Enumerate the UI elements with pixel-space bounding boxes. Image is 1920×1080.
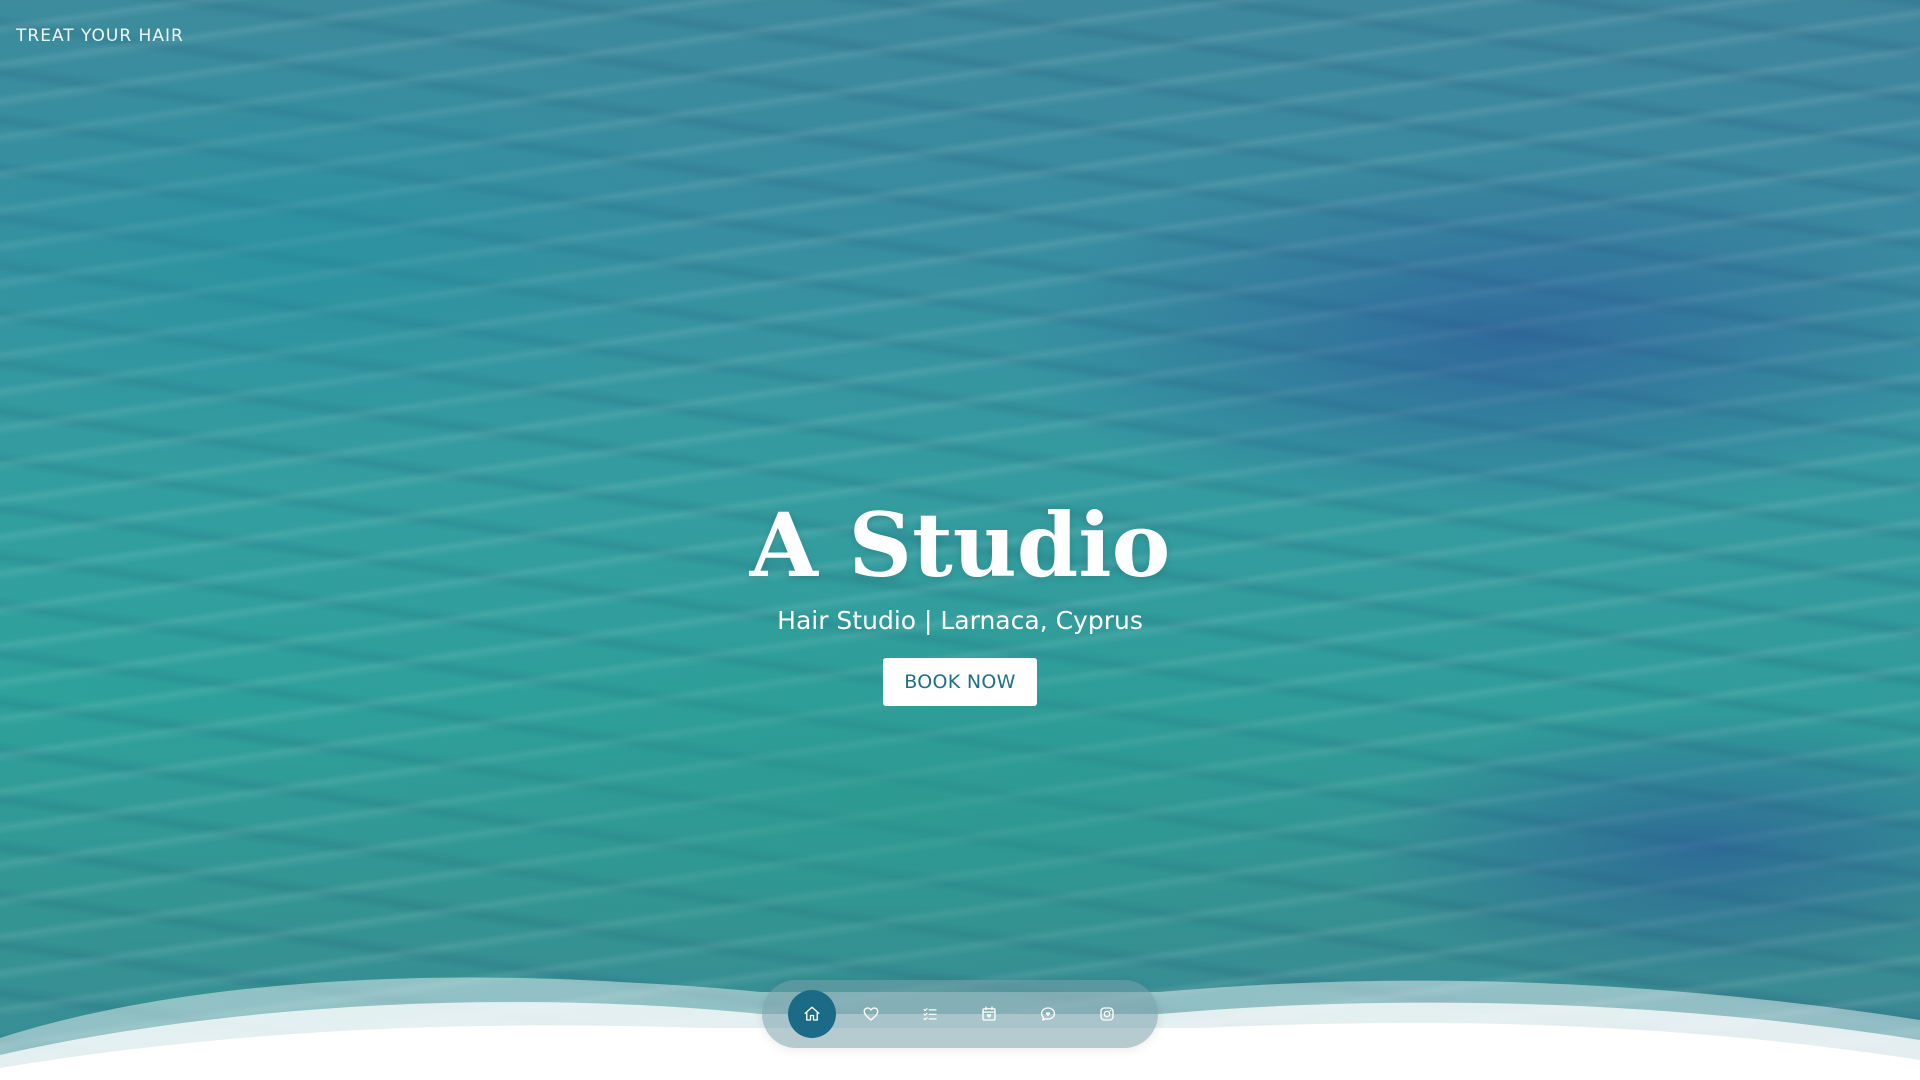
home-icon — [804, 1006, 820, 1021]
list-icon — [923, 1008, 937, 1021]
nav-favorites[interactable] — [847, 990, 895, 1038]
chat-heart-icon — [1040, 1007, 1056, 1021]
hero-subtitle: Hair Studio | Larnaca, Cyprus — [777, 606, 1143, 635]
calendar-icon — [982, 1006, 996, 1021]
heart-icon — [863, 1007, 879, 1021]
nav-booking[interactable] — [965, 990, 1013, 1038]
book-now-button[interactable]: BOOK NOW — [883, 658, 1037, 706]
brand-tagline: TREAT YOUR HAIR — [16, 26, 184, 46]
nav-reviews[interactable] — [1024, 990, 1072, 1038]
nav-home[interactable] — [788, 990, 836, 1038]
instagram-icon — [1100, 1007, 1114, 1021]
hero-title: A Studio — [749, 493, 1171, 597]
hero-content: A Studio Hair Studio | Larnaca, Cyprus B… — [0, 490, 1920, 706]
page: TREAT YOUR HAIR A Studio Hair Studio | L… — [0, 0, 1920, 1080]
nav-instagram[interactable] — [1083, 990, 1131, 1038]
nav-services[interactable] — [906, 990, 954, 1038]
bottom-navigation — [762, 980, 1158, 1048]
